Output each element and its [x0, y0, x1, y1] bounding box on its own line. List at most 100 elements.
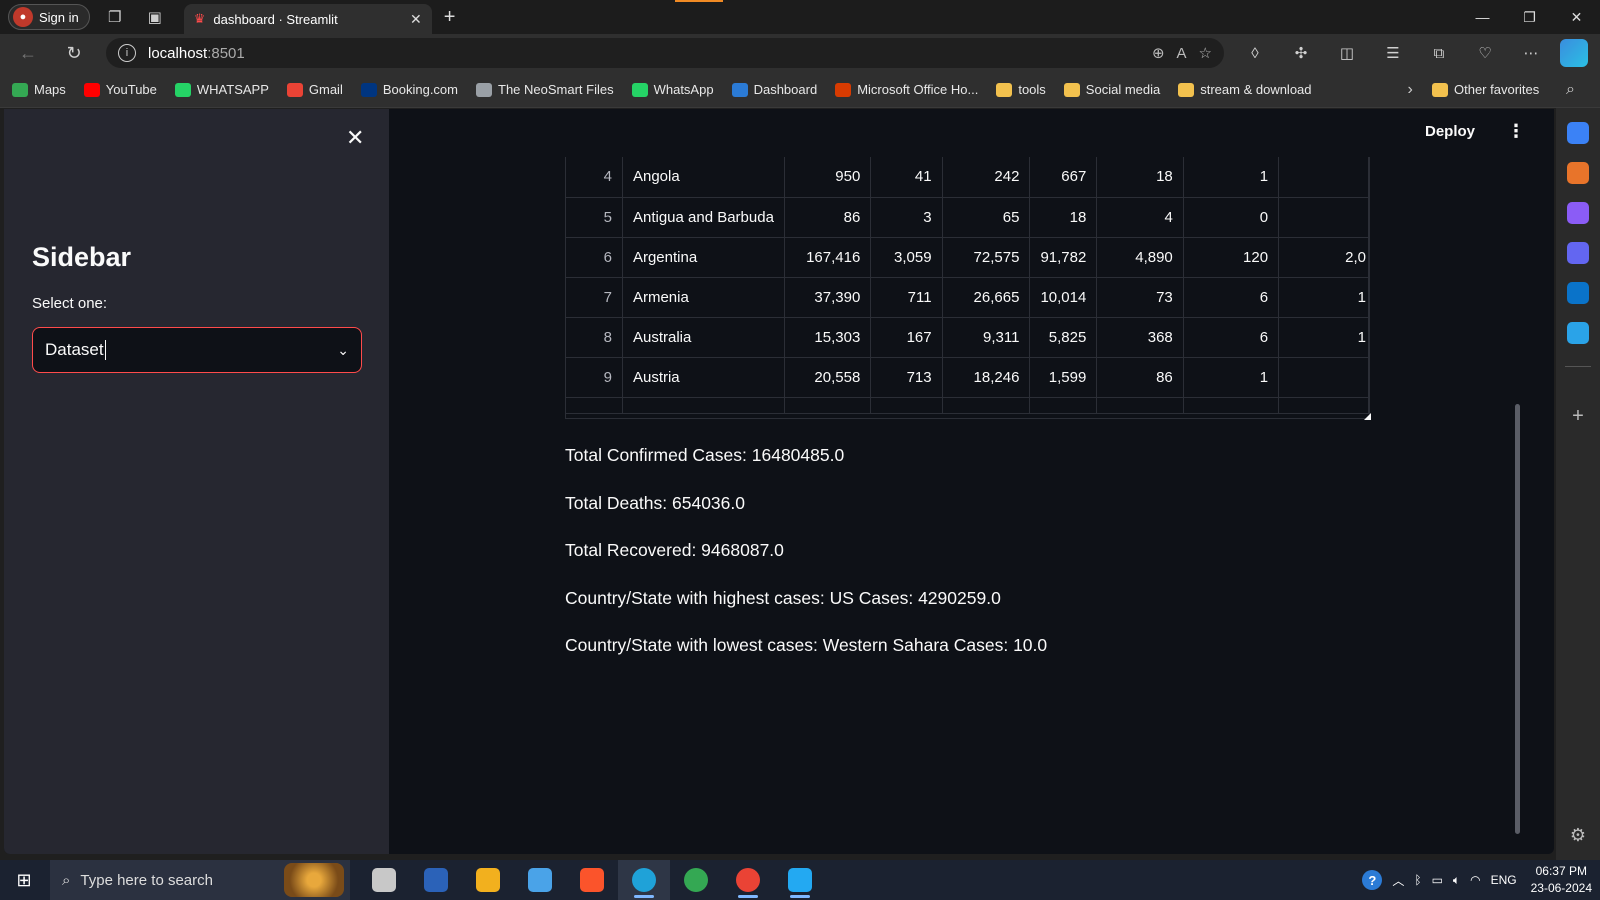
read-aloud-icon[interactable]: A	[1177, 45, 1187, 62]
table-cell[interactable]: 5,825	[1029, 317, 1098, 358]
volume-icon[interactable]: 🔈︎	[1453, 873, 1460, 888]
table-cell[interactable]: 6	[1183, 317, 1280, 358]
copilot-icon[interactable]	[1560, 39, 1588, 67]
table-cell[interactable]: 6	[1183, 277, 1280, 318]
table-cell[interactable]: 120	[1183, 237, 1280, 278]
windows-start-icon[interactable]: ⊞	[0, 860, 48, 900]
favorite-4[interactable]: Booking.com	[360, 82, 458, 97]
table-cell[interactable]: 1	[1278, 317, 1369, 358]
table-cell[interactable]: 713	[870, 357, 943, 398]
table-cell[interactable]: 72,575	[942, 237, 1031, 278]
games-icon[interactable]	[1567, 202, 1589, 224]
more-menu-icon[interactable]: ⋯	[1508, 38, 1554, 68]
table-cell[interactable]: 711	[870, 277, 943, 318]
favorite-11[interactable]: stream & download	[1178, 82, 1312, 97]
close-tab-icon[interactable]: ✕	[410, 11, 422, 28]
table-cell[interactable]: Angola	[622, 157, 785, 198]
main-menu-icon[interactable]: ⋮	[1507, 121, 1525, 142]
deploy-button[interactable]: Deploy	[1425, 123, 1475, 140]
info-icon[interactable]: i	[118, 44, 136, 62]
row-index[interactable]: 8	[566, 317, 623, 358]
row-index[interactable]: 6	[566, 237, 623, 278]
taskbar-app-files[interactable]	[514, 860, 566, 900]
table-cell[interactable]: 41	[870, 157, 943, 198]
favorite-1[interactable]: YouTube	[83, 82, 157, 97]
table-cell[interactable]: Australia	[622, 317, 785, 358]
table-cell[interactable]: 18	[1029, 197, 1098, 238]
back-icon[interactable]: ←	[10, 38, 46, 68]
tab-dashboard[interactable]: ♛ dashboard · Streamlit ✕	[183, 4, 432, 34]
split-screen-icon[interactable]: ◫	[1324, 38, 1370, 68]
dataframe[interactable]: 4 Angola 950 41 242 667 18 1 5 Antigua and Barbud…	[565, 157, 1370, 419]
taskbar-app-edge[interactable]	[618, 860, 670, 900]
table-cell[interactable]: 73	[1096, 277, 1184, 318]
favorite-9[interactable]: tools	[996, 82, 1046, 97]
taskbar-app-chrome-profile[interactable]	[722, 860, 774, 900]
close-sidebar-icon[interactable]: ✕	[346, 125, 364, 151]
table-cell[interactable]: Antigua and Barbuda	[622, 197, 785, 238]
address-bar[interactable]: i localhost:8501 ⊕ A ☆	[106, 38, 1224, 68]
restore-icon[interactable]: ❐	[1506, 0, 1553, 34]
settings-gear-icon[interactable]: ⚙	[1570, 825, 1586, 846]
help-icon[interactable]: ?	[1362, 870, 1383, 890]
table-cell[interactable]	[1278, 157, 1369, 198]
favorite-3[interactable]: Gmail	[286, 82, 343, 97]
table-cell[interactable]	[1278, 357, 1369, 398]
table-cell[interactable]: 3	[870, 197, 943, 238]
favorite-2[interactable]: WHATSAPP	[174, 82, 269, 97]
table-cell[interactable]: 167,416	[784, 237, 872, 278]
table-cell[interactable]: 2,0	[1278, 237, 1369, 278]
chevron-up-icon[interactable]: ︿	[1392, 872, 1404, 889]
favorite-7[interactable]: Dashboard	[731, 82, 817, 97]
favorites-icon[interactable]: ☰	[1370, 38, 1416, 68]
table-cell[interactable]: 18	[1096, 157, 1184, 198]
table-cell[interactable]: 10,014	[1029, 277, 1098, 318]
table-cell[interactable]: 167	[870, 317, 943, 358]
row-index[interactable]: 5	[566, 197, 623, 238]
table-cell[interactable]: 18,246	[942, 357, 1031, 398]
shopping-icon[interactable]	[1567, 162, 1589, 184]
table-cell[interactable]: 4,890	[1096, 237, 1184, 278]
signin-button[interactable]: ● Sign in	[8, 4, 90, 30]
m365-icon[interactable]	[1567, 242, 1589, 264]
table-cell[interactable]: 1,599	[1029, 357, 1098, 398]
resize-handle-icon[interactable]	[1364, 413, 1371, 420]
table-cell[interactable]: 368	[1096, 317, 1184, 358]
table-cell[interactable]: 9,311	[942, 317, 1031, 358]
chevron-down-icon[interactable]: ⌄	[337, 342, 349, 359]
row-index[interactable]: 7	[566, 277, 623, 318]
collections-icon[interactable]: ⧉	[1416, 38, 1462, 68]
copilot-side-icon[interactable]	[1567, 122, 1589, 144]
table-cell[interactable]: 950	[784, 157, 872, 198]
row-index[interactable]: 4	[566, 157, 623, 198]
favorite-6[interactable]: WhatsApp	[631, 82, 714, 97]
send-icon[interactable]	[1567, 322, 1589, 344]
taskbar-app-chrome[interactable]	[670, 860, 722, 900]
new-tab-button[interactable]: +	[444, 6, 456, 29]
tab-actions-icon[interactable]: ▣	[140, 4, 170, 30]
favorite-star-icon[interactable]: ☆	[1199, 44, 1212, 62]
table-cell[interactable]: 667	[1029, 157, 1098, 198]
table-cell[interactable]: 26,665	[942, 277, 1031, 318]
table-cell[interactable]: 20,558	[784, 357, 872, 398]
table-cell[interactable]: 91,782	[1029, 237, 1098, 278]
browser-essentials-icon[interactable]: ♡	[1462, 38, 1508, 68]
table-cell[interactable]: Austria	[622, 357, 785, 398]
row-index[interactable]: 9	[566, 357, 623, 398]
page-scrollbar[interactable]	[1515, 404, 1520, 834]
favorite-0[interactable]: Maps	[12, 82, 66, 97]
minimize-icon[interactable]: —	[1459, 0, 1506, 34]
dataset-select[interactable]: Dataset ⌄	[32, 327, 362, 373]
favorite-10[interactable]: Social media	[1063, 82, 1160, 97]
table-cell[interactable]: 3,059	[870, 237, 943, 278]
table-cell[interactable]: 1	[1183, 357, 1280, 398]
favorite-8[interactable]: Microsoft Office Ho...	[835, 82, 978, 97]
table-cell[interactable]: 1	[1183, 157, 1280, 198]
table-cell[interactable]: 15,303	[784, 317, 872, 358]
wifi-icon[interactable]: ◠	[1470, 873, 1480, 887]
table-cell[interactable]: 37,390	[784, 277, 872, 318]
taskbar-search[interactable]: ⌕ Type here to search	[50, 860, 350, 900]
table-cell[interactable]	[1278, 197, 1369, 238]
bluetooth-icon[interactable]: ᛒ	[1414, 873, 1421, 887]
taskbar-app-vscode[interactable]	[774, 860, 826, 900]
